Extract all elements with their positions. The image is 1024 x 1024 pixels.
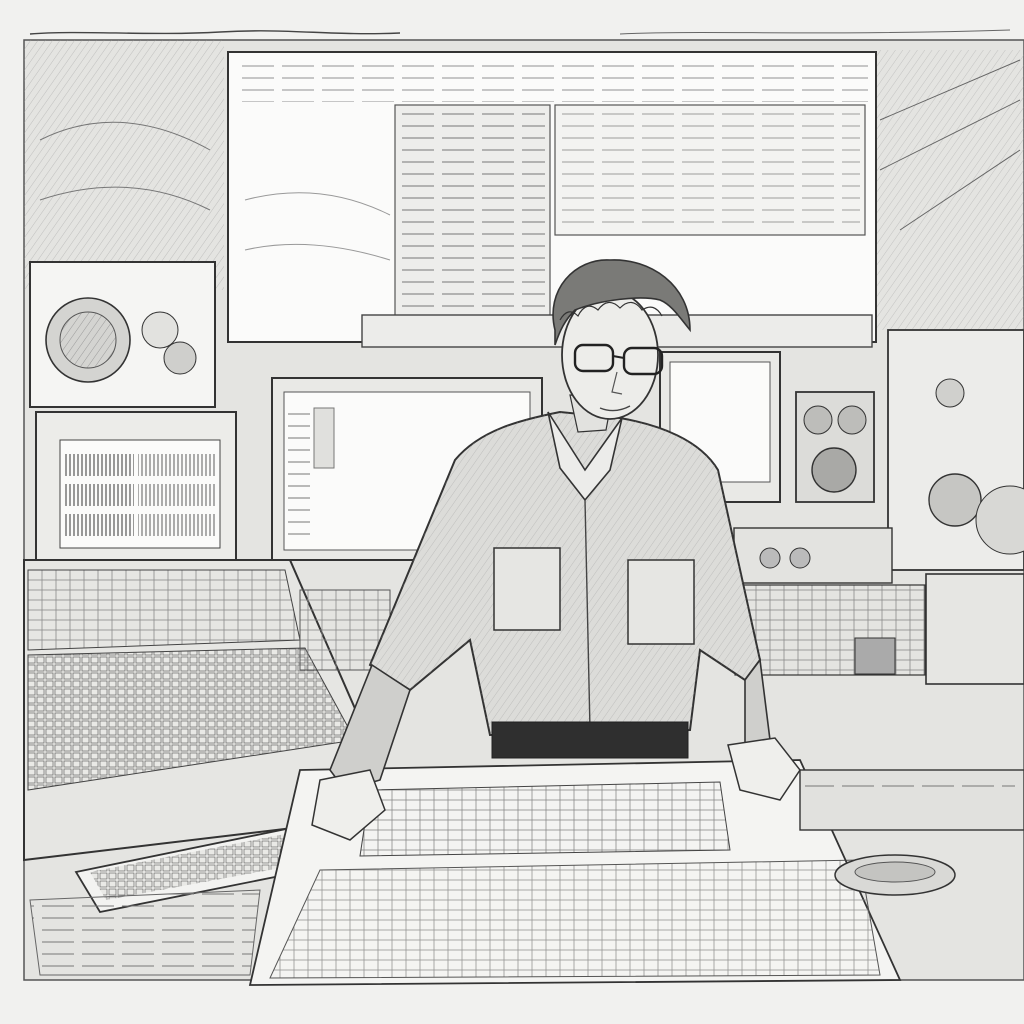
dial-monitor: [29, 261, 216, 408]
waveform-monitor: [35, 411, 237, 563]
projection-screen: [227, 51, 877, 348]
sketch-scene: [0, 0, 1024, 1024]
speaker-stack: [795, 391, 875, 503]
belt: [491, 721, 689, 759]
